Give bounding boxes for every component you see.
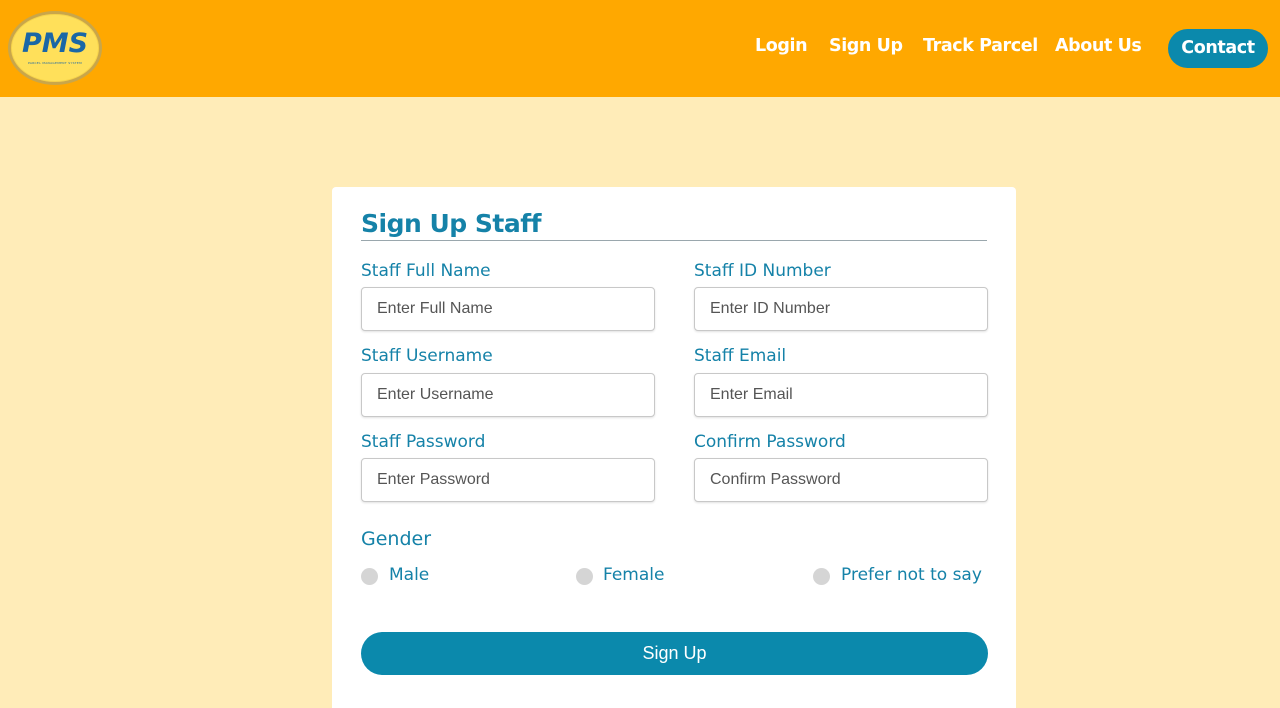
gender-male-radio[interactable] bbox=[361, 568, 378, 585]
gender-prefer-not-label[interactable]: Prefer not to say bbox=[841, 565, 982, 585]
logo-subtext: PARCEL MANAGEMENT SYSTEM bbox=[28, 61, 82, 65]
id-number-label: Staff ID Number bbox=[694, 261, 831, 281]
confirm-password-label: Confirm Password bbox=[694, 432, 846, 452]
nav-login-link[interactable]: Login bbox=[755, 36, 808, 62]
gender-label: Gender bbox=[361, 528, 432, 550]
signup-form-card: Sign Up Staff Staff Full Name Staff ID N… bbox=[332, 187, 1016, 708]
nav-signup-link[interactable]: Sign Up bbox=[829, 36, 903, 62]
username-input[interactable] bbox=[361, 373, 655, 417]
gender-female-radio[interactable] bbox=[576, 568, 593, 585]
gender-male-label[interactable]: Male bbox=[389, 565, 429, 585]
gender-prefer-not-radio[interactable] bbox=[813, 568, 830, 585]
password-label: Staff Password bbox=[361, 432, 486, 452]
nav-contact-button[interactable]: Contact bbox=[1168, 29, 1268, 68]
email-input[interactable] bbox=[694, 373, 988, 417]
nav-track-parcel-link[interactable]: Track Parcel bbox=[923, 36, 1038, 62]
top-navbar: PMS PARCEL MANAGEMENT SYSTEM Login Sign … bbox=[0, 0, 1280, 97]
id-number-input[interactable] bbox=[694, 287, 988, 331]
form-title: Sign Up Staff bbox=[361, 209, 541, 238]
title-divider bbox=[361, 240, 987, 241]
password-input[interactable] bbox=[361, 458, 655, 502]
gender-female-label[interactable]: Female bbox=[603, 565, 664, 585]
full-name-label: Staff Full Name bbox=[361, 261, 491, 281]
pms-logo[interactable]: PMS PARCEL MANAGEMENT SYSTEM bbox=[8, 11, 102, 85]
logo-text: PMS bbox=[21, 28, 89, 59]
username-label: Staff Username bbox=[361, 346, 493, 366]
full-name-input[interactable] bbox=[361, 287, 655, 331]
sign-up-button[interactable]: Sign Up bbox=[361, 632, 988, 675]
confirm-password-input[interactable] bbox=[694, 458, 988, 502]
nav-about-us-link[interactable]: About Us bbox=[1055, 36, 1142, 62]
email-label: Staff Email bbox=[694, 346, 787, 366]
